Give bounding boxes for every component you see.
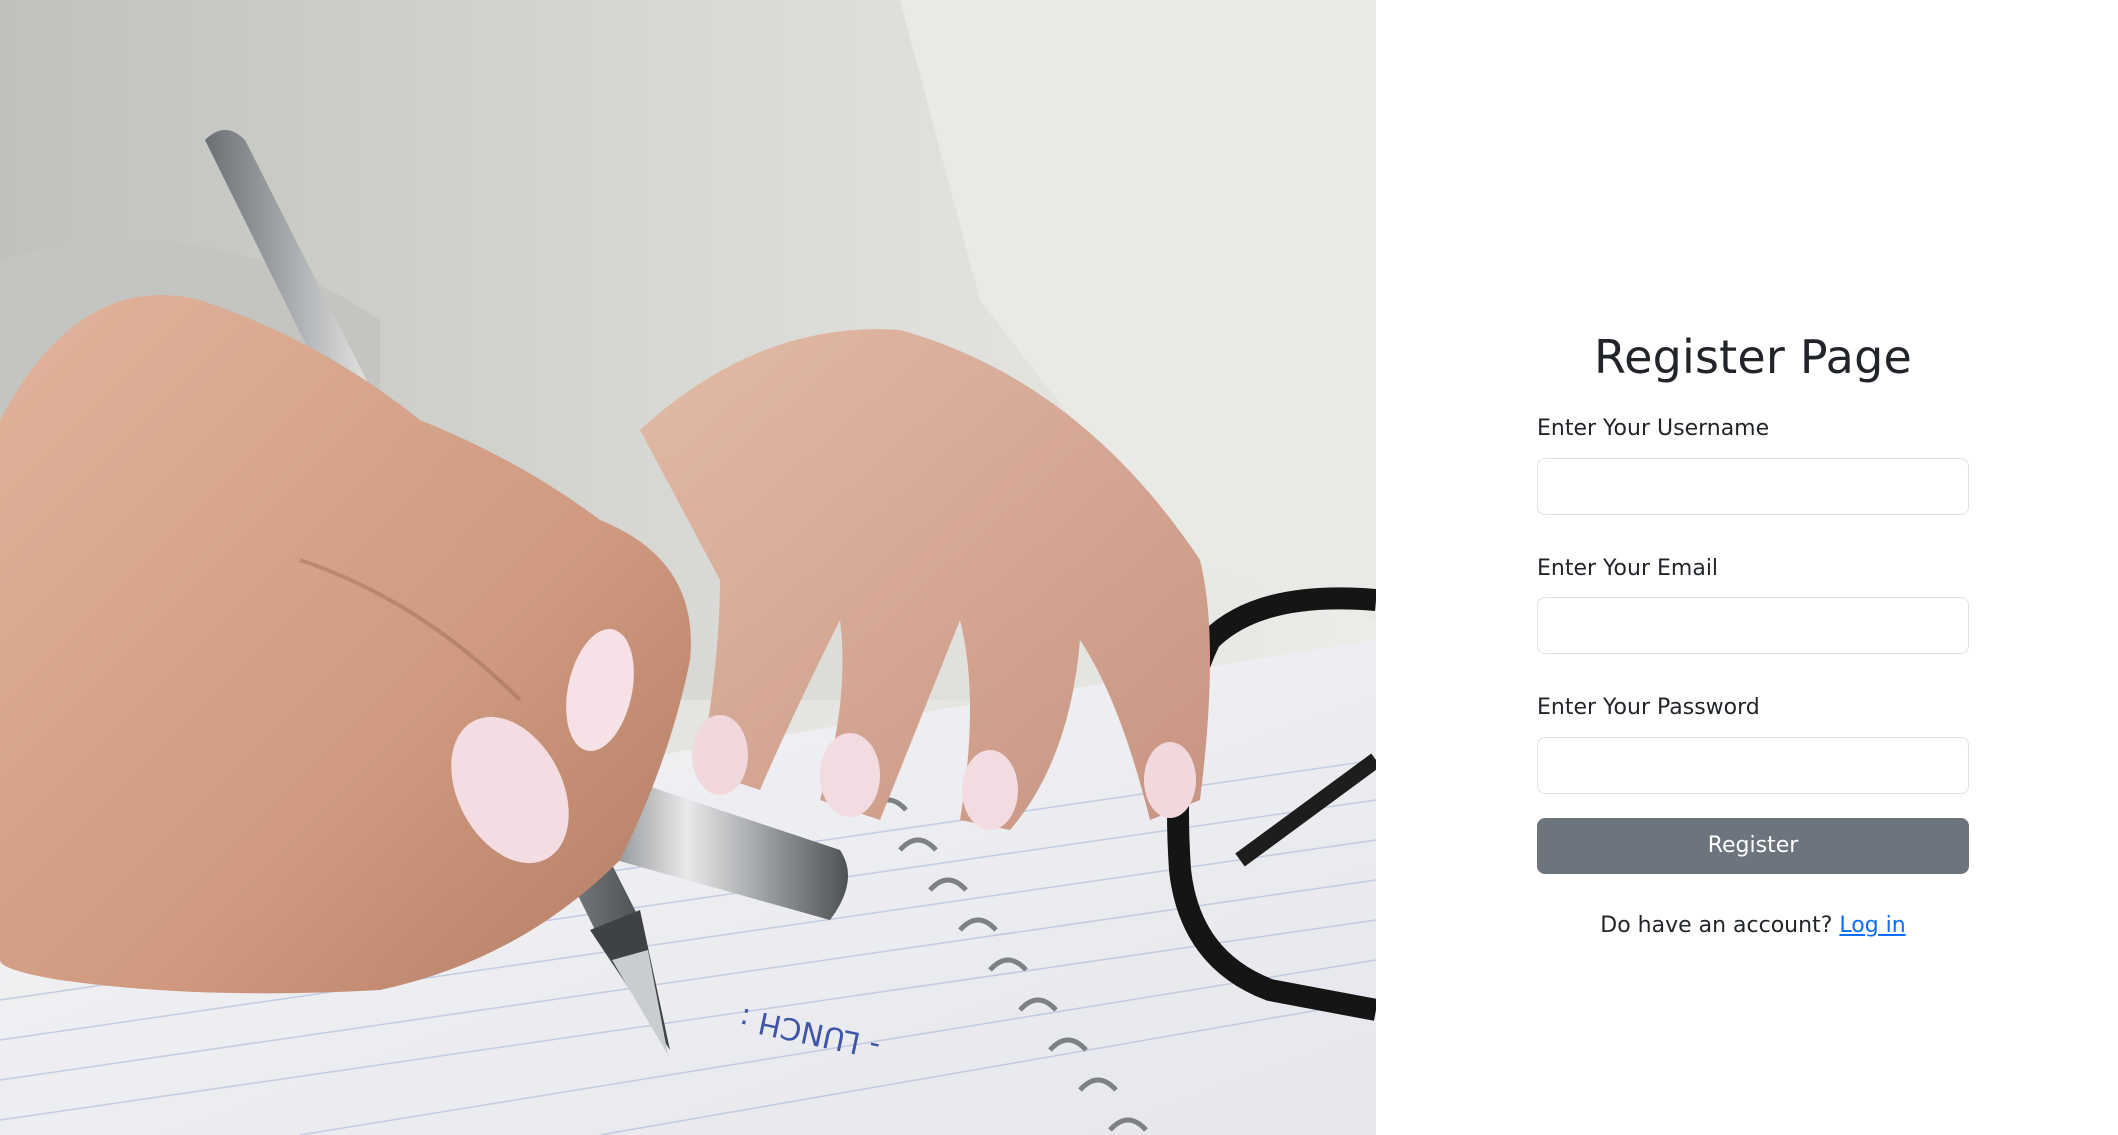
- register-form-panel: Register Page Enter Your Username Enter …: [1376, 0, 2118, 1135]
- password-label: Enter Your Password: [1537, 695, 1760, 721]
- register-page: - LUNCH : Register Page Enter Your Usern…: [0, 0, 2118, 1135]
- username-label: Enter Your Username: [1537, 416, 1770, 442]
- hero-photo-illustration: - LUNCH :: [0, 0, 1376, 1135]
- login-prompt-text: Do have an account?: [1600, 912, 1833, 938]
- email-label: Enter Your Email: [1537, 555, 1719, 581]
- register-form: Register Page Enter Your Username Enter …: [1537, 330, 1969, 941]
- email-input[interactable]: [1537, 597, 1969, 655]
- page-title: Register Page: [1594, 330, 1912, 384]
- username-input[interactable]: [1537, 457, 1969, 515]
- register-button[interactable]: Register: [1537, 817, 1969, 874]
- login-link[interactable]: Log in: [1839, 913, 1905, 938]
- login-prompt-line: Do have an account? Log in: [1537, 912, 1969, 941]
- password-input[interactable]: [1537, 736, 1969, 794]
- hero-photo: - LUNCH :: [0, 0, 1376, 1135]
